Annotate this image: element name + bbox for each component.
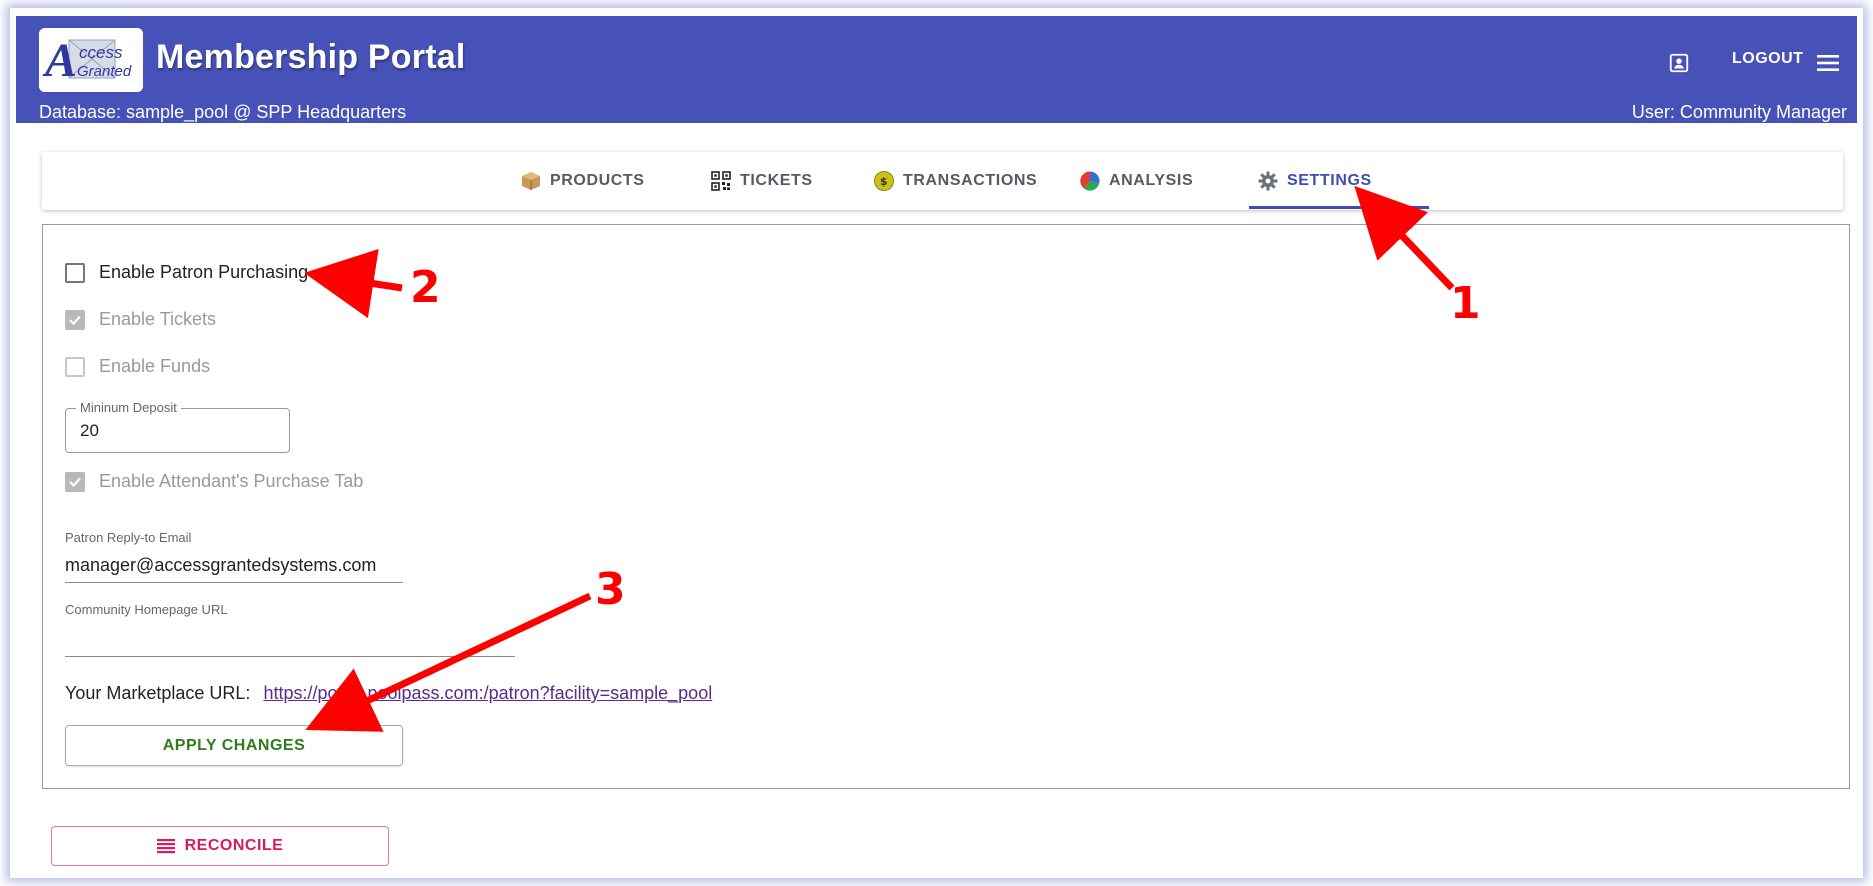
reply-to-email-field: Patron Reply-to Email: [65, 530, 403, 583]
coin-icon: $: [874, 171, 894, 191]
reconcile-label: RECONCILE: [184, 837, 284, 854]
list-icon: [156, 839, 175, 854]
app-title: Membership Portal: [156, 38, 466, 76]
homepage-url-field: Community Homepage URL: [65, 602, 515, 657]
homepage-url-label: Community Homepage URL: [65, 602, 228, 617]
minimum-deposit-field: Mininum Deposit: [65, 400, 290, 453]
logo-line1: ccess: [79, 43, 123, 62]
qr-code-icon: [711, 171, 731, 191]
logo-letter: A: [42, 34, 77, 87]
attendant-tab-label: Enable Attendant's Purchase Tab: [99, 471, 364, 491]
tab-analysis-label: ANALYSIS: [1109, 172, 1194, 189]
enable-funds-checkbox[interactable]: [65, 356, 85, 377]
enable-tickets-checkbox[interactable]: [65, 309, 85, 330]
annotation-label-3: 3: [595, 564, 626, 615]
homepage-url-input[interactable]: [65, 621, 515, 657]
marketplace-url-row: Your Marketplace URL: https://portal.poo…: [65, 683, 712, 704]
patron-purchasing-label: Enable Patron Purchasing: [99, 262, 309, 282]
tab-products-label: PRODUCTS: [550, 172, 645, 189]
gear-icon: [1258, 171, 1278, 191]
minimum-deposit-label: Mininum Deposit: [76, 400, 181, 415]
enable-funds-row: Enable Funds: [65, 356, 210, 377]
menu-icon[interactable]: [1816, 52, 1840, 74]
marketplace-url-label: Your Marketplace URL:: [65, 683, 251, 703]
database-label: Database: sample_pool @ SPP Headquarters: [39, 102, 407, 122]
pie-chart-icon: [1080, 171, 1100, 191]
main-tabs: PRODUCTS TICKETS $ TRANSACTIONS ANALYSIS…: [42, 152, 1843, 210]
reply-to-email-label: Patron Reply-to Email: [65, 530, 192, 545]
enable-funds-label: Enable Funds: [99, 356, 211, 376]
tab-analysis[interactable]: ANALYSIS: [1079, 152, 1193, 210]
tab-products[interactable]: PRODUCTS: [520, 152, 645, 210]
tab-tickets[interactable]: TICKETS: [710, 152, 813, 210]
apply-changes-button[interactable]: APPLY CHANGES: [65, 725, 403, 766]
coin-symbol: $: [880, 175, 888, 188]
attendant-tab-checkbox[interactable]: [65, 471, 85, 492]
account-box-icon[interactable]: [1668, 52, 1690, 74]
app-header: A ccess Granted Membership Portal Databa…: [16, 16, 1857, 123]
attendant-tab-row: Enable Attendant's Purchase Tab: [65, 471, 363, 492]
checkmark-icon: [69, 477, 81, 487]
reply-to-email-input[interactable]: [65, 549, 403, 583]
logout-button[interactable]: LOGOUT: [1732, 50, 1803, 68]
minimum-deposit-input[interactable]: [78, 420, 278, 442]
patron-purchasing-checkbox[interactable]: [65, 262, 85, 283]
patron-purchasing-row: Enable Patron Purchasing: [65, 262, 308, 283]
tab-settings[interactable]: SETTINGS: [1257, 152, 1372, 210]
enable-tickets-row: Enable Tickets: [65, 309, 216, 330]
reconcile-button[interactable]: RECONCILE: [51, 826, 389, 866]
enable-tickets-label: Enable Tickets: [99, 309, 217, 329]
package-icon: [522, 172, 540, 190]
tab-tickets-label: TICKETS: [740, 172, 813, 189]
tab-transactions-label: TRANSACTIONS: [903, 172, 1038, 189]
app-window: A ccess Granted Membership Portal Databa…: [10, 8, 1863, 878]
checkmark-icon: [69, 315, 81, 325]
access-granted-logo-icon: A ccess Granted: [39, 28, 143, 92]
active-tab-indicator: [1249, 206, 1429, 209]
brand-logo: A ccess Granted: [39, 28, 143, 92]
tab-transactions[interactable]: $ TRANSACTIONS: [873, 152, 1037, 210]
tab-settings-label: SETTINGS: [1287, 172, 1372, 189]
logo-line2: Granted: [77, 63, 132, 80]
settings-panel: Enable Patron Purchasing Enable Tickets …: [42, 224, 1850, 789]
annotation-label-1: 1: [1450, 278, 1481, 329]
marketplace-url-link[interactable]: https://portal.poolpass.com:/patron?faci…: [263, 683, 712, 703]
annotation-label-2: 2: [410, 262, 441, 313]
user-label: User: Community Manager: [1631, 102, 1847, 122]
